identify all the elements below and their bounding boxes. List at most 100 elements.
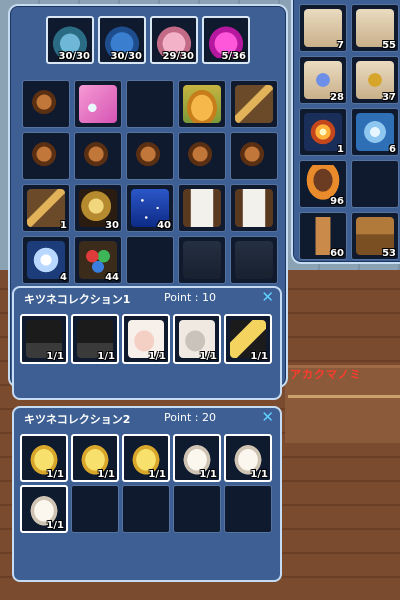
inventory-slot[interactable] [230, 184, 278, 232]
collection-points: Point : 20 [164, 411, 217, 424]
window-titlebar[interactable]: キツネコレクション1 Point : 10 ✕ [14, 288, 280, 308]
bag-row: 30/30 30/30 29/30 5/36 [46, 16, 250, 64]
close-icon[interactable]: ✕ [261, 408, 274, 426]
collection-slot[interactable]: 1/1 [20, 434, 68, 482]
item-count: 60 [330, 248, 344, 259]
collection-grid: 1/1 1/1 1/1 1/1 1/1 1/1 [20, 434, 272, 533]
floor-sign-text: アカクマノミ [290, 368, 362, 381]
fox-collection-2-window: キツネコレクション2 Point : 20 ✕ 1/1 1/1 1/1 1/1 … [12, 406, 282, 582]
collection-slot[interactable]: 1/1 [173, 314, 221, 364]
earring-icon [27, 85, 65, 123]
collection-slot[interactable]: 1/1 [173, 434, 221, 482]
bag-slot[interactable]: 29/30 [150, 16, 198, 64]
bag-slot[interactable]: 30/30 [98, 16, 146, 64]
item-count: 96 [330, 196, 344, 207]
locked-fox-icon [235, 241, 273, 279]
inventory-slot[interactable]: 28 [299, 56, 347, 104]
inventory-slot[interactable]: 55 [351, 4, 399, 52]
item-count: 30 [105, 220, 119, 231]
item-count: 4 [60, 272, 67, 283]
collection-slot[interactable]: 1/1 [224, 434, 272, 482]
inventory-slot-empty[interactable] [126, 236, 174, 284]
item-count: 53 [382, 248, 396, 259]
collection-slot[interactable]: 1/1 [224, 314, 272, 364]
main-inventory-grid: 1 30 40 4 44 [22, 80, 278, 284]
item-count: 1/1 [46, 469, 64, 480]
inventory-slot[interactable] [74, 132, 122, 180]
collection-grid: 1/1 1/1 1/1 1/1 1/1 [20, 314, 272, 364]
window-titlebar[interactable]: キツネコレクション2 Point : 20 ✕ [14, 408, 280, 428]
inventory-slot[interactable] [22, 132, 70, 180]
inventory-slot[interactable] [126, 132, 174, 180]
inventory-slot[interactable] [74, 80, 122, 128]
close-icon[interactable]: ✕ [261, 288, 274, 306]
item-count: 37 [382, 92, 396, 103]
inventory-slot[interactable] [178, 132, 226, 180]
collection-slot[interactable]: 1/1 [122, 314, 170, 364]
inventory-slot-empty[interactable] [351, 160, 399, 208]
bag-slot[interactable]: 5/36 [202, 16, 250, 64]
collection-slot-empty[interactable] [173, 485, 221, 533]
item-count: 1/1 [46, 520, 64, 531]
inventory-slot[interactable]: 4 [22, 236, 70, 284]
fox-collection-1-window: キツネコレクション1 Point : 10 ✕ 1/1 1/1 1/1 1/1 … [12, 286, 282, 400]
inventory-slot[interactable]: 37 [351, 56, 399, 104]
collection-points: Point : 10 [164, 291, 217, 304]
collection-slot-empty[interactable] [71, 485, 119, 533]
pink-item-icon [79, 85, 117, 123]
earring-icon [183, 137, 221, 175]
item-count: 1 [337, 144, 344, 155]
item-count: 55 [382, 40, 396, 51]
item-count: 1/1 [250, 469, 268, 480]
item-count: 1/1 [97, 469, 115, 480]
collection-slot[interactable]: 1/1 [71, 314, 119, 364]
window-title: キツネコレクション2 [24, 413, 131, 426]
item-count: 1 [60, 220, 67, 231]
collection-slot[interactable]: 1/1 [20, 314, 68, 364]
bag-slot[interactable]: 30/30 [46, 16, 94, 64]
item-count: 7 [337, 40, 344, 51]
inventory-slot[interactable] [230, 236, 278, 284]
inventory-slot[interactable] [178, 236, 226, 284]
inventory-slot[interactable] [22, 80, 70, 128]
inventory-slot[interactable] [178, 80, 226, 128]
item-count: 30/30 [110, 51, 142, 62]
collection-slot[interactable]: 1/1 [20, 485, 68, 533]
item-count: 29/30 [162, 51, 194, 62]
inventory-slot[interactable]: 1 [22, 184, 70, 232]
inventory-slot[interactable] [230, 80, 278, 128]
item-count: 28 [330, 92, 344, 103]
item-count: 1/1 [148, 351, 166, 362]
inventory-slot[interactable] [178, 184, 226, 232]
inventory-slot[interactable]: 6 [351, 108, 399, 156]
earring-icon [235, 137, 273, 175]
locked-fox-icon [183, 241, 221, 279]
item-count: 44 [105, 272, 119, 283]
inventory-slot[interactable]: 40 [126, 184, 174, 232]
inventory-slot[interactable]: 96 [299, 160, 347, 208]
collection-slot[interactable]: 1/1 [122, 434, 170, 482]
item-count: 1/1 [97, 351, 115, 362]
item-count: 1/1 [199, 469, 217, 480]
inventory-slot[interactable]: 44 [74, 236, 122, 284]
collection-slot[interactable]: 1/1 [71, 434, 119, 482]
collection-slot-empty[interactable] [122, 485, 170, 533]
inventory-slot[interactable]: 7 [299, 4, 347, 52]
side-inventory-panel: 7 55 28 37 1 6 96 60 53 [291, 0, 400, 264]
inventory-slot[interactable] [230, 132, 278, 180]
inventory-slot[interactable]: 53 [351, 212, 399, 260]
background-rope [288, 395, 400, 398]
collection-slot-empty[interactable] [224, 485, 272, 533]
white-robe-icon [183, 189, 221, 227]
inventory-slot[interactable]: 30 [74, 184, 122, 232]
earring-icon [131, 137, 169, 175]
inventory-slot[interactable]: 1 [299, 108, 347, 156]
item-count: 1/1 [148, 469, 166, 480]
window-title: キツネコレクション1 [24, 293, 131, 306]
inventory-slot-empty[interactable] [126, 80, 174, 128]
earring-icon [27, 137, 65, 175]
inventory-slot[interactable]: 60 [299, 212, 347, 260]
item-count: 40 [157, 220, 171, 231]
item-count: 6 [389, 144, 396, 155]
flute-icon [235, 85, 273, 123]
